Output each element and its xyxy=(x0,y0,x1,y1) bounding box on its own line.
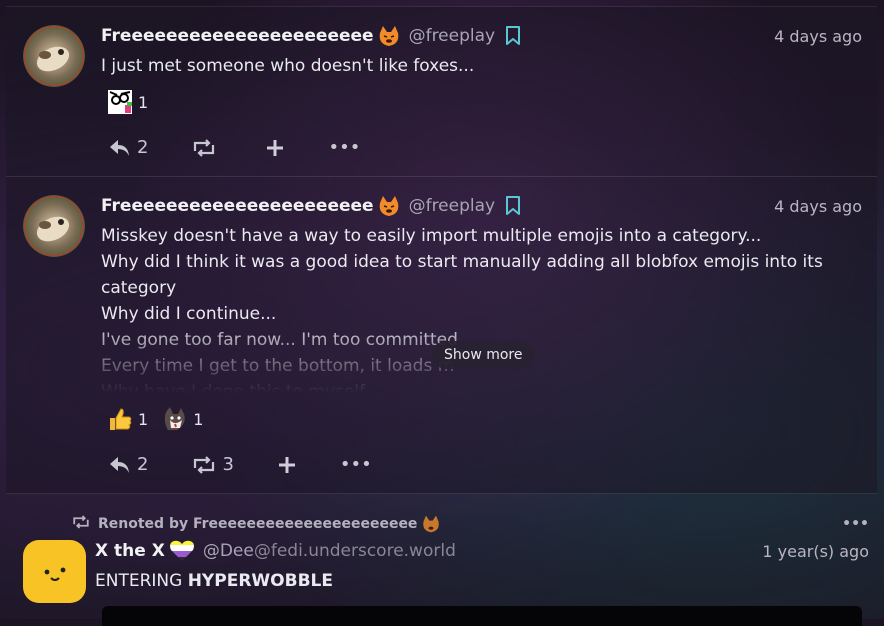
note: Freeeeeeeeeeeeeeeeeeeeee @freeplay 4 day… xyxy=(6,177,877,494)
reply-count: 2 xyxy=(137,137,149,158)
note-text: ENTERING HYPERWOBBLE xyxy=(95,568,869,594)
display-name[interactable]: Freeeeeeeeeeeeeeeeeeeeee xyxy=(101,26,374,46)
reaction-count: 1 xyxy=(138,409,149,429)
add-reaction-button[interactable] xyxy=(266,139,284,157)
avatar[interactable] xyxy=(23,195,85,257)
reaction-button[interactable]: 1 xyxy=(107,89,148,115)
nonbinary-heart-emoji xyxy=(169,539,195,563)
renote-icon xyxy=(192,455,216,474)
renote-button[interactable]: 3 xyxy=(192,454,234,475)
text-line: Why did I think it was a good idea to st… xyxy=(101,252,823,298)
renoted-by-label[interactable]: Renoted by Freeeeeeeeeeeeeeeeeeeeee xyxy=(98,516,417,532)
thumbs-up-emoji xyxy=(107,406,133,432)
note-footer: 2 ••• xyxy=(109,137,404,158)
reaction-count: 1 xyxy=(138,92,149,112)
renote-button[interactable] xyxy=(192,138,222,157)
reaction-count: 1 xyxy=(193,409,204,429)
note-header: Freeeeeeeeeeeeeeeeeeeeee @freeplay 4 day… xyxy=(101,23,862,49)
user-handle[interactable]: @freeplay xyxy=(409,196,496,216)
more-button[interactable]: ••• xyxy=(340,454,372,475)
media-attachment[interactable] xyxy=(102,606,862,626)
display-name[interactable]: Freeeeeeeeeeeeeeeeeeeeee xyxy=(101,196,374,216)
text-line: Misskey doesn't have a way to easily imp… xyxy=(101,226,762,246)
renote-icon xyxy=(192,138,216,157)
user-host: @fedi.underscore.world xyxy=(253,541,456,561)
renote-bar: Renoted by Freeeeeeeeeeeeeeeeeeeeee ••• xyxy=(72,514,869,534)
text-line: Why did I continue... xyxy=(101,304,277,324)
note-footer: 2 3 ••• xyxy=(109,454,416,475)
more-icon: ••• xyxy=(328,137,361,158)
more-button[interactable]: ••• xyxy=(328,137,360,158)
text-line: Why have I done this to myself xyxy=(101,382,365,393)
avatar[interactable] xyxy=(23,25,85,87)
text-line: I just met someone who doesn't like foxe… xyxy=(101,56,475,76)
blobfox-angry-emoji xyxy=(377,24,401,48)
avatar[interactable] xyxy=(23,540,86,603)
reply-icon xyxy=(109,138,131,158)
note-header: X the X @Dee @fedi.underscore.world 1 ye… xyxy=(95,538,869,564)
bookmark-icon[interactable] xyxy=(505,196,521,216)
timestamp[interactable]: 1 year(s) ago xyxy=(762,542,869,561)
user-handle[interactable]: @freeplay xyxy=(409,26,496,46)
plus-icon xyxy=(266,139,284,157)
display-name[interactable]: X the X xyxy=(95,541,165,561)
timestamp[interactable]: 4 days ago xyxy=(774,197,862,216)
reply-count: 2 xyxy=(137,454,149,475)
note: Freeeeeeeeeeeeeeeeeeeeee @freeplay 4 day… xyxy=(6,7,877,177)
plus-icon xyxy=(278,456,296,474)
renote-more-button[interactable]: ••• xyxy=(842,516,869,532)
reactions: 1 xyxy=(107,89,148,115)
reactions: 1 1 xyxy=(107,406,203,432)
blobfox-angry-emoji xyxy=(377,194,401,218)
note-text: I just met someone who doesn't like foxe… xyxy=(101,53,862,79)
more-icon: ••• xyxy=(339,454,372,475)
reply-button[interactable]: 2 xyxy=(109,454,148,475)
text-bold: HYPERWOBBLE xyxy=(187,571,333,591)
face-swirl-emoji xyxy=(107,89,133,115)
timestamp[interactable]: 4 days ago xyxy=(774,27,862,46)
note-header: Freeeeeeeeeeeeeeeeeeeeee @freeplay 4 day… xyxy=(101,193,862,219)
add-reaction-button[interactable] xyxy=(278,456,296,474)
blobfox-angry-emoji xyxy=(421,514,441,534)
reply-button[interactable]: 2 xyxy=(109,137,148,158)
show-more-button[interactable]: Show more xyxy=(432,341,535,369)
user-handle[interactable]: @Dee xyxy=(203,541,254,561)
renote-count: 3 xyxy=(222,454,234,475)
bookmark-icon[interactable] xyxy=(505,26,521,46)
text-prefix: ENTERING xyxy=(95,571,188,591)
fox-head-emoji xyxy=(162,406,188,432)
reply-icon xyxy=(109,455,131,475)
reaction-button[interactable]: 1 xyxy=(162,406,203,432)
reaction-button[interactable]: 1 xyxy=(107,406,148,432)
renote-small-icon xyxy=(72,515,90,533)
